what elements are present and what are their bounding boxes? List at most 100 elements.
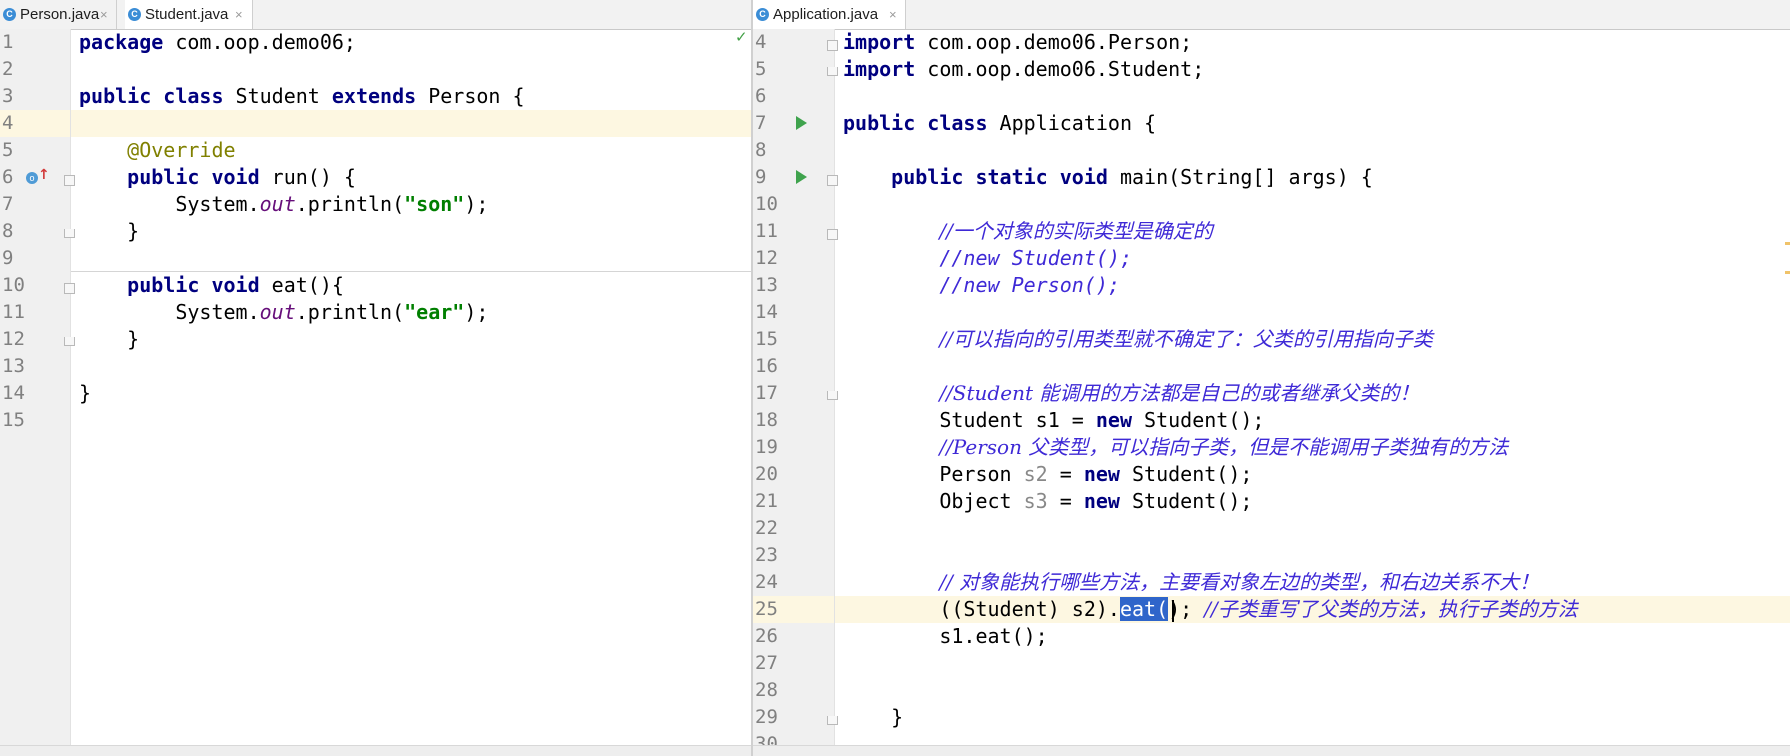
line-number: 11	[2, 301, 25, 323]
code-line[interactable]	[71, 245, 751, 272]
code-text: public static void main(String[] args) {	[843, 164, 1373, 191]
code-line[interactable]: import com.oop.demo06.Student;	[835, 56, 1790, 83]
line-number: 11	[755, 220, 778, 242]
code-token: Person {	[416, 84, 525, 108]
gutter-row: 27	[753, 650, 834, 677]
code-line[interactable]: System.out.println("son");	[71, 191, 751, 218]
code-line[interactable]	[835, 542, 1790, 569]
code-line[interactable]	[835, 353, 1790, 380]
code-token: .println(	[295, 192, 405, 216]
code-line[interactable]: import com.oop.demo06.Person;	[835, 29, 1790, 56]
gutter-row: 9	[753, 164, 834, 191]
override-method-icon[interactable]: o	[26, 172, 38, 184]
code-line[interactable]	[835, 83, 1790, 110]
close-icon[interactable]: ×	[235, 0, 243, 29]
code-line[interactable]: ((Student) s2).eat(); //子类重写了父类的方法，执行子类的…	[835, 596, 1790, 623]
code-text: public void eat(){	[79, 272, 344, 299]
close-icon[interactable]: ×	[100, 0, 108, 29]
code-text: //Student 能调用的方法都是自己的或者继承父类的！	[843, 380, 1419, 407]
code-line[interactable]	[71, 56, 751, 83]
gutter-row: 22	[753, 515, 834, 542]
code-line[interactable]	[71, 407, 751, 434]
right-code-area[interactable]: import com.oop.demo06.Person; import com.…	[835, 29, 1790, 756]
gutter-row: 21	[753, 488, 834, 515]
code-line[interactable]	[835, 191, 1790, 218]
code-line[interactable]: public class Student extends Person {	[71, 83, 751, 110]
tab-student-java[interactable]: C Student.java ×	[125, 0, 253, 29]
code-line[interactable]: }	[71, 218, 751, 245]
code-line[interactable]	[71, 110, 751, 137]
code-token: eat(){	[259, 273, 344, 297]
code-line[interactable]: // 对象能执行哪些方法，主要看对象左边的类型，和右边关系不大！	[835, 569, 1790, 596]
code-line[interactable]: }	[835, 704, 1790, 731]
code-line[interactable]: s1.eat();	[835, 623, 1790, 650]
left-scroll-strip[interactable]	[0, 745, 751, 756]
line-number: 14	[755, 301, 778, 323]
go-to-super-method-icon[interactable]: ↑	[38, 167, 50, 183]
code-line[interactable]: public static void main(String[] args) {	[835, 164, 1790, 191]
code-line[interactable]: }	[71, 380, 751, 407]
code-keyword: new	[1083, 462, 1120, 486]
line-number: 3	[2, 85, 14, 107]
run-class-icon[interactable]	[796, 116, 807, 130]
code-line[interactable]: //可以指向的引用类型就不确定了：父类的引用指向子类	[835, 326, 1790, 353]
gutter-row: 10	[753, 191, 834, 218]
code-line[interactable]: Student s1 = new Student();	[835, 407, 1790, 434]
gutter-row: 9	[0, 245, 70, 272]
line-number: 4	[755, 31, 767, 53]
line-number: 25	[755, 598, 778, 620]
left-editor-pane: C Person.java × C Student.java × 1234567…	[0, 0, 751, 756]
code-line[interactable]: //new Person();	[835, 272, 1790, 299]
code-line[interactable]	[835, 677, 1790, 704]
line-number: 19	[755, 436, 778, 458]
class-icon: C	[756, 8, 769, 21]
check-icon: ✓	[735, 29, 748, 46]
code-token: Application {	[987, 111, 1157, 135]
code-line[interactable]: //new Student();	[835, 245, 1790, 272]
code-line[interactable]: @Override	[71, 137, 751, 164]
code-token: Student s1 =	[843, 408, 1096, 432]
gutter-row: 15	[753, 326, 834, 353]
close-icon[interactable]: ×	[889, 0, 897, 29]
run-main-icon[interactable]	[796, 170, 807, 184]
code-line[interactable]: System.out.println("ear");	[71, 299, 751, 326]
code-line[interactable]: //Student 能调用的方法都是自己的或者继承父类的！	[835, 380, 1790, 407]
line-number: 21	[755, 490, 778, 512]
left-code-area[interactable]: package com.oop.demo06; public class Stud…	[71, 29, 751, 756]
code-line[interactable]	[71, 353, 751, 380]
code-line[interactable]: Person s2 = new Student();	[835, 461, 1790, 488]
right-scroll-strip[interactable]	[753, 745, 1790, 756]
code-keyword: import	[843, 57, 916, 81]
code-text: //Person 父类型，可以指向子类，但是不能调用子类独有的方法	[843, 434, 1508, 461]
code-text: s1.eat();	[843, 623, 1047, 650]
code-line[interactable]: public void run() {	[71, 164, 751, 191]
code-line[interactable]	[835, 299, 1790, 326]
code-comment: //new Person();	[939, 273, 1120, 297]
code-line[interactable]	[835, 515, 1790, 542]
tab-person-java[interactable]: C Person.java ×	[0, 0, 117, 29]
code-line[interactable]	[835, 650, 1790, 677]
code-text: // 对象能执行哪些方法，主要看对象左边的类型，和右边关系不大！	[843, 569, 1539, 596]
code-token: Student();	[1119, 462, 1253, 486]
code-line[interactable]: public class Application {	[835, 110, 1790, 137]
gutter-row: 23	[753, 542, 834, 569]
code-text: //可以指向的引用类型就不确定了：父类的引用指向子类	[843, 326, 1432, 353]
code-text: public class Application {	[843, 110, 1156, 137]
gutter-row: 16	[753, 353, 834, 380]
code-line[interactable]: //Person 父类型，可以指向子类，但是不能调用子类独有的方法	[835, 434, 1790, 461]
code-line[interactable]: Object s3 = new Student();	[835, 488, 1790, 515]
code-line[interactable]: package com.oop.demo06;	[71, 29, 751, 56]
code-line[interactable]: }	[71, 326, 751, 353]
line-number: 8	[2, 220, 14, 242]
code-line[interactable]: public void eat(){	[71, 272, 751, 299]
code-comment: //Student 能调用的方法都是自己的或者继承父类的！	[939, 381, 1420, 405]
code-line[interactable]: //一个对象的实际类型是确定的	[835, 218, 1790, 245]
code-text: }	[843, 704, 903, 731]
code-text: Student s1 = new Student();	[843, 407, 1264, 434]
code-line[interactable]	[835, 137, 1790, 164]
tab-application-java[interactable]: C Application.java ×	[753, 0, 906, 29]
code-keyword: new	[1083, 489, 1120, 513]
